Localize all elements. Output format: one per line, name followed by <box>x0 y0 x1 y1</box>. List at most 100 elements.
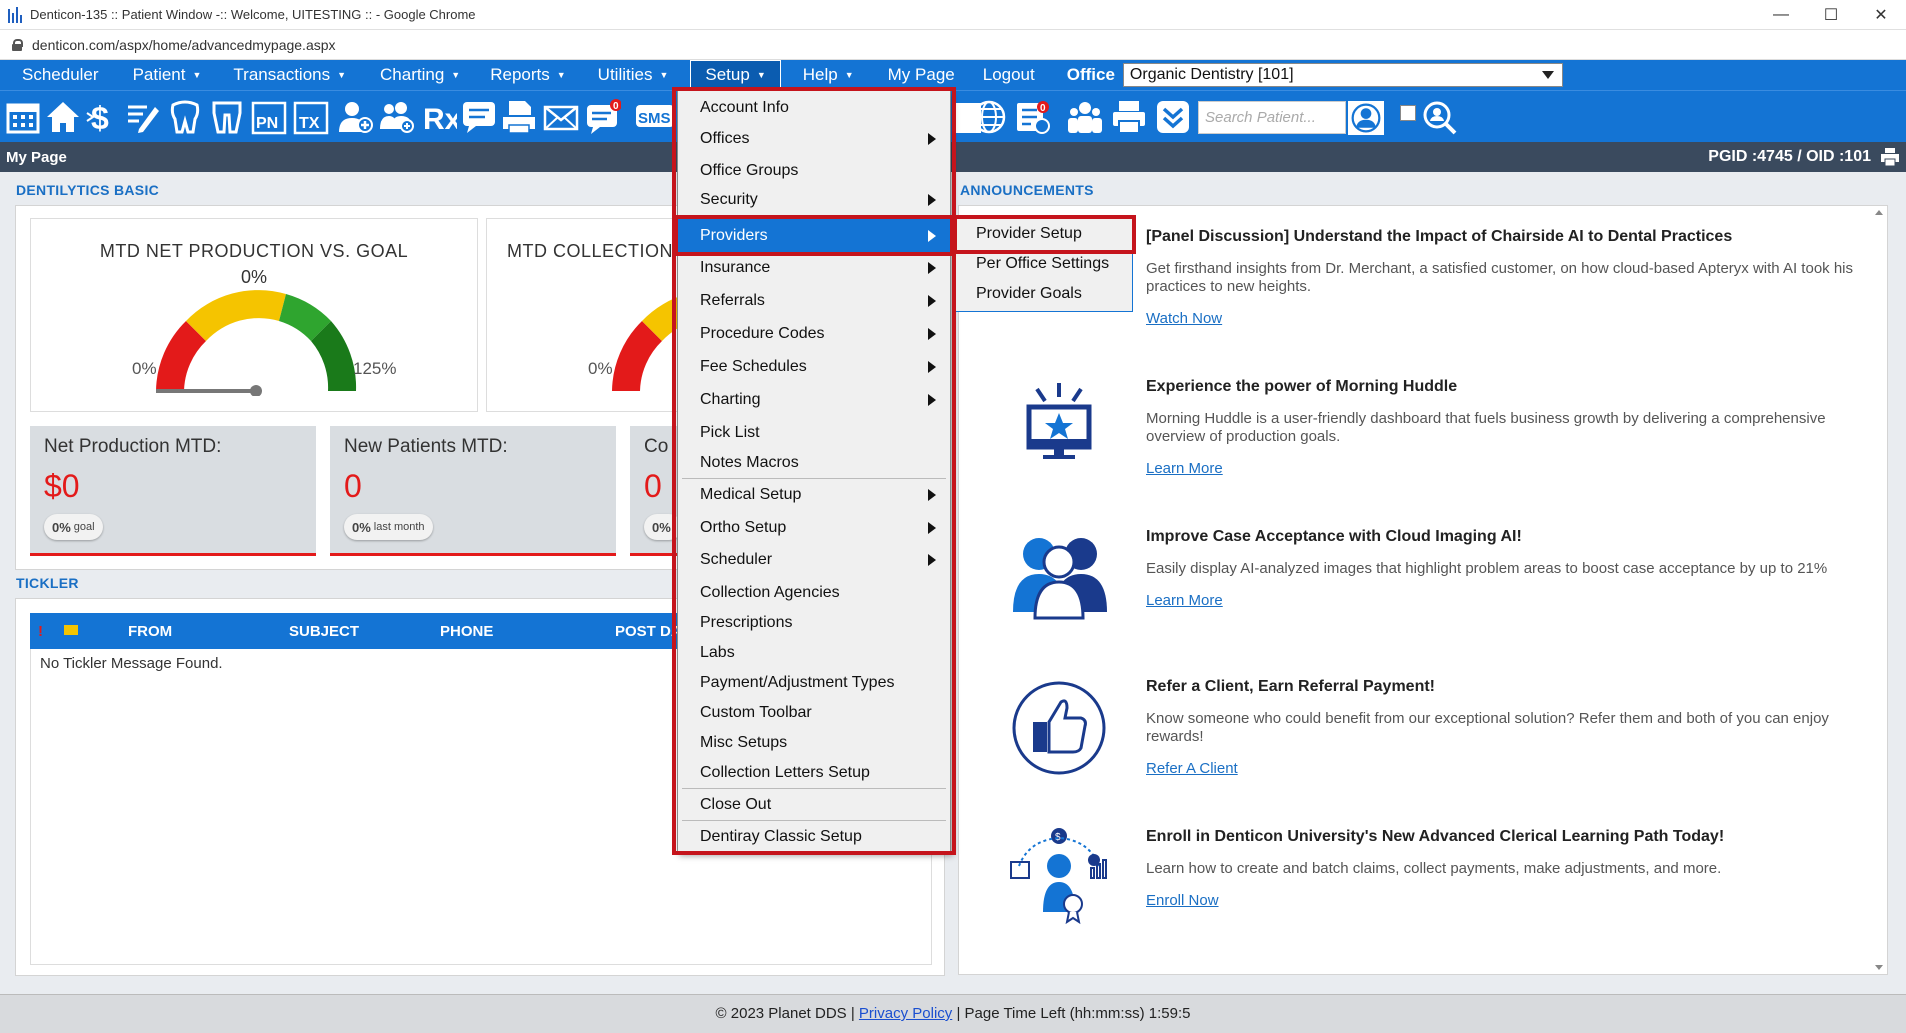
envelope-icon <box>64 625 78 635</box>
metric-label: Net Production MTD: <box>44 436 222 457</box>
nav-help[interactable]: Help ▼ <box>781 60 868 90</box>
office-label: Office <box>1066 65 1115 84</box>
pill-pct: 0% <box>652 519 671 535</box>
nav-logout[interactable]: Logout <box>969 60 1049 90</box>
highlight-provider-setup <box>953 215 1136 254</box>
caret-down-icon: ▼ <box>844 70 854 80</box>
metric-label: New Patients MTD: <box>344 436 508 457</box>
globe-icon[interactable] <box>970 98 1008 136</box>
nav-my-page[interactable]: My Page <box>868 60 969 90</box>
chat-icon[interactable]: 0 <box>584 98 622 136</box>
tooth-icon[interactable] <box>166 98 204 136</box>
office-select[interactable]: Organic Dentistry [101] <box>1122 63 1563 87</box>
toolbar-checkbox[interactable] <box>1400 105 1416 121</box>
browser-title-bar: Denticon-135 :: Patient Window -:: Welco… <box>0 0 1906 30</box>
col-from[interactable]: FROM <box>128 623 172 640</box>
sms-icon[interactable]: SMS <box>634 98 674 136</box>
dropdown-arrow-icon <box>1541 71 1554 79</box>
submenu-provider-goals[interactable]: Provider Goals <box>956 280 1132 308</box>
pgid-oid-label: PGID :4745 / OID :101 <box>1708 148 1871 165</box>
highlight-setup-menu <box>672 87 956 855</box>
pill-pct: 0% <box>352 519 371 535</box>
thumbs-up-icon <box>1012 681 1106 775</box>
rx-icon[interactable]: Rx <box>420 98 458 136</box>
col-phone[interactable]: PHONE <box>440 623 493 640</box>
announcement-heading: Refer a Client, Earn Referral Payment! <box>1146 678 1435 695</box>
metric-value: $0 <box>44 468 80 504</box>
teeth-icon[interactable] <box>208 98 246 136</box>
print-page-icon[interactable] <box>1880 148 1900 166</box>
dentilytics-title: DENTILYTICS BASIC <box>16 182 160 198</box>
metric-pill: 0% last month <box>344 514 433 540</box>
email-icon[interactable] <box>542 98 580 136</box>
nav-patient[interactable]: Patient ▼ <box>113 60 216 90</box>
announcement-link[interactable]: Refer A Client <box>1146 760 1238 777</box>
nav-label: My Page <box>887 65 955 84</box>
gauge-title: MTD NET PRODUCTION VS. GOAL <box>99 241 409 261</box>
nav-scheduler[interactable]: Scheduler <box>0 60 113 90</box>
nav-setup[interactable]: Setup ▼ <box>690 60 781 90</box>
message-icon[interactable] <box>460 98 498 136</box>
dollar-icon[interactable]: $ <box>84 98 122 136</box>
announcement-desc: Learn how to create and batch claims, co… <box>1146 860 1722 877</box>
announcement-heading: [Panel Discussion] Understand the Impact… <box>1146 228 1733 245</box>
search-patient-button[interactable] <box>1346 99 1386 137</box>
metric-value: 0 <box>344 468 362 504</box>
home-icon[interactable] <box>44 98 82 136</box>
close-window-button[interactable]: ✕ <box>1856 0 1906 30</box>
maximize-button[interactable]: ☐ <box>1806 0 1856 30</box>
calendar-icon[interactable] <box>4 98 42 136</box>
nav-label: Transactions <box>233 65 331 84</box>
denticon-logo-icon <box>8 6 22 23</box>
note-edit-icon[interactable] <box>124 98 162 136</box>
url-text[interactable]: denticon.com/aspx/home/advancedmypage.as… <box>32 37 336 53</box>
nav-label: Patient <box>132 65 186 84</box>
gauge-card-net-production: MTD NET PRODUCTION VS. GOAL 0% 0% 125% <box>30 218 478 412</box>
privacy-policy-link[interactable]: Privacy Policy <box>859 1005 952 1022</box>
metric-net-production: Net Production MTD: $0 0% goal <box>30 426 316 556</box>
announcement-desc: Get firsthand insights from Dr. Merchant… <box>1146 260 1853 295</box>
task-list-icon[interactable]: 0 <box>1014 98 1052 136</box>
user-search-icon <box>1351 103 1381 133</box>
search-patient-input[interactable]: Search Patient... <box>1198 101 1346 134</box>
announcements-scrollbar[interactable] <box>1871 206 1887 974</box>
nav-charting[interactable]: Charting ▼ <box>360 60 474 90</box>
caret-down-icon: ▼ <box>756 70 766 80</box>
advanced-search-icon[interactable] <box>1420 98 1458 136</box>
metric-new-patients: New Patients MTD: 0 0% last month <box>330 426 616 556</box>
task-badge: 0 <box>1040 103 1046 114</box>
chevron-badge-icon[interactable] <box>1154 98 1192 136</box>
add-patient-icon[interactable] <box>336 98 374 136</box>
nav-reports[interactable]: Reports ▼ <box>474 60 579 90</box>
pn-icon[interactable]: PN <box>250 98 288 136</box>
gauge-chart <box>156 290 357 396</box>
add-family-icon[interactable] <box>378 98 416 136</box>
printer-icon[interactable] <box>1110 98 1148 136</box>
tx-text: TX <box>299 115 320 132</box>
main-nav: Scheduler Patient ▼ Transactions ▼ Chartin… <box>0 60 1906 90</box>
chat-badge: 0 <box>613 101 619 112</box>
nav-label: Scheduler <box>22 65 99 84</box>
lock-icon <box>12 38 23 51</box>
group-icon[interactable] <box>1066 98 1104 136</box>
nav-utilities[interactable]: Utilities ▼ <box>580 60 683 90</box>
announcement-link[interactable]: Enroll Now <box>1146 892 1219 909</box>
tx-icon[interactable]: TX <box>292 98 330 136</box>
browser-window-title: Denticon-135 :: Patient Window -:: Welco… <box>30 7 476 22</box>
announcement-link[interactable]: Learn More <box>1146 460 1223 477</box>
pn-text: PN <box>256 115 278 132</box>
priority-flag-icon: ! <box>38 623 43 640</box>
announcement-item: [Panel Discussion] Understand the Impact… <box>1146 228 1856 328</box>
minimize-button[interactable]: — <box>1756 0 1806 30</box>
nav-transactions[interactable]: Transactions ▼ <box>215 60 360 90</box>
col-subject[interactable]: SUBJECT <box>289 623 359 640</box>
pill-text: last month <box>373 521 425 533</box>
announcement-link[interactable]: Watch Now <box>1146 310 1222 327</box>
caret-down-icon: ▼ <box>659 70 669 80</box>
submenu-per-office-settings[interactable]: Per Office Settings <box>956 250 1132 278</box>
address-bar[interactable]: denticon.com/aspx/home/advancedmypage.as… <box>0 30 1906 60</box>
caret-down-icon: ▼ <box>556 70 566 80</box>
announcement-link[interactable]: Learn More <box>1146 592 1223 609</box>
gauge-max-label: 125% <box>353 359 397 378</box>
printer-doc-icon[interactable] <box>500 98 538 136</box>
